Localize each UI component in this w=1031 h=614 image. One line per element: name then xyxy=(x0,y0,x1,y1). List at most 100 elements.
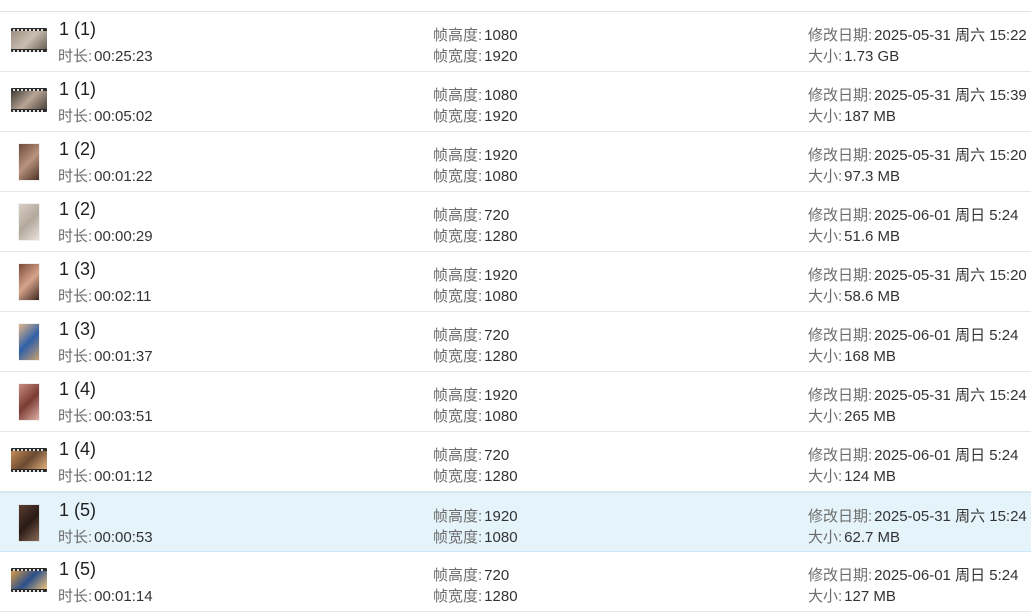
video-thumbnail xyxy=(10,499,48,543)
frame-width-info: 帧宽度: 1280 xyxy=(433,585,518,606)
modified-value: 2025-06-01 周日 5:24 xyxy=(874,447,1019,464)
modified-label: 修改日期: xyxy=(808,447,873,464)
video-thumbnail xyxy=(10,446,48,474)
duration-value: 00:05:02 xyxy=(94,108,153,125)
modified-info: 修改日期: 2025-06-01 周日 5:24 xyxy=(808,204,1018,225)
duration-label: 时长: xyxy=(58,468,93,485)
duration-value: 00:00:53 xyxy=(94,529,153,546)
thumbnail-image xyxy=(19,505,39,541)
modified-value: 2025-06-01 周日 5:24 xyxy=(874,327,1019,344)
size-info: 大小: 97.3 MB xyxy=(808,165,900,186)
size-label: 大小: xyxy=(808,348,843,365)
frame-width-label: 帧宽度: xyxy=(433,408,483,425)
video-thumbnail xyxy=(10,258,48,302)
duration-info: 时长: 00:03:51 xyxy=(58,405,153,426)
file-row[interactable]: 1 (4) 时长: 00:01:12 帧高度: 720 帧宽度: 1280 修改日期:… xyxy=(0,432,1031,492)
file-row[interactable]: 1 (2) 时长: 00:01:22 帧高度: 1920 帧宽度: 1080 修改日期… xyxy=(0,132,1031,192)
modified-label: 修改日期: xyxy=(808,27,873,44)
modified-value: 2025-05-31 周六 15:39 xyxy=(874,87,1027,104)
frame-height-label: 帧高度: xyxy=(433,27,483,44)
frame-width-value: 1280 xyxy=(484,588,518,605)
frame-height-label: 帧高度: xyxy=(433,508,483,525)
frame-height-label: 帧高度: xyxy=(433,267,483,284)
modified-label: 修改日期: xyxy=(808,327,873,344)
file-name: 1 (3) xyxy=(59,259,97,279)
duration-value: 00:01:22 xyxy=(94,168,153,185)
duration-value: 00:02:11 xyxy=(94,288,152,305)
frame-height-value: 720 xyxy=(484,327,510,344)
size-value: 58.6 MB xyxy=(844,288,901,305)
frame-height-label: 帧高度: xyxy=(433,567,483,584)
video-thumbnail xyxy=(10,198,48,242)
modified-info: 修改日期: 2025-06-01 周日 5:24 xyxy=(808,444,1018,465)
file-row[interactable]: 1 (5) 时长: 00:00:53 帧高度: 1920 帧宽度: 1080 修改日期… xyxy=(0,492,1031,552)
modified-info: 修改日期: 2025-05-31 周六 15:39 xyxy=(808,84,1027,105)
file-row[interactable]: 1 (2) 时长: 00:00:29 帧高度: 720 帧宽度: 1280 修改日期:… xyxy=(0,192,1031,252)
frame-width-label: 帧宽度: xyxy=(433,588,483,605)
duration-label: 时长: xyxy=(58,288,93,305)
list-top-divider xyxy=(0,0,1031,12)
duration-info: 时长: 00:05:02 xyxy=(58,105,153,126)
frame-height-info: 帧高度: 720 xyxy=(433,564,509,585)
file-row[interactable]: 1 (1) 时长: 00:25:23 帧高度: 1080 帧宽度: 1920 修改日期… xyxy=(0,12,1031,72)
modified-label: 修改日期: xyxy=(808,207,873,224)
duration-info: 时长: 00:02:11 xyxy=(58,285,151,306)
frame-height-value: 1920 xyxy=(484,147,518,164)
size-value: 124 MB xyxy=(844,468,896,485)
size-info: 大小: 124 MB xyxy=(808,465,896,486)
frame-width-label: 帧宽度: xyxy=(433,348,483,365)
film-strip-icon xyxy=(11,28,47,52)
modified-value: 2025-06-01 周日 5:24 xyxy=(874,207,1019,224)
size-info: 大小: 265 MB xyxy=(808,405,896,426)
file-row[interactable]: 1 (1) 时长: 00:05:02 帧高度: 1080 帧宽度: 1920 修改日期… xyxy=(0,72,1031,132)
duration-label: 时长: xyxy=(58,588,93,605)
duration-value: 00:03:51 xyxy=(94,408,153,425)
size-label: 大小: xyxy=(808,588,843,605)
size-label: 大小: xyxy=(808,108,843,125)
frame-height-label: 帧高度: xyxy=(433,447,483,464)
video-thumbnail xyxy=(10,26,48,54)
size-value: 265 MB xyxy=(844,408,896,425)
frame-height-info: 帧高度: 720 xyxy=(433,444,509,465)
size-label: 大小: xyxy=(808,529,843,546)
modified-label: 修改日期: xyxy=(808,508,873,525)
duration-label: 时长: xyxy=(58,348,93,365)
frame-width-info: 帧宽度: 1080 xyxy=(433,165,518,186)
frame-height-value: 720 xyxy=(484,447,510,464)
duration-label: 时长: xyxy=(58,529,93,546)
modified-value: 2025-05-31 周六 15:22 xyxy=(874,27,1027,44)
modified-info: 修改日期: 2025-05-31 周六 15:20 xyxy=(808,144,1027,165)
file-row[interactable]: 1 (5) 时长: 00:01:14 帧高度: 720 帧宽度: 1280 修改日期:… xyxy=(0,552,1031,612)
frame-height-value: 1920 xyxy=(484,508,518,525)
duration-value: 00:25:23 xyxy=(94,48,153,65)
film-strip-icon xyxy=(11,568,47,592)
frame-width-info: 帧宽度: 1280 xyxy=(433,345,518,366)
frame-height-label: 帧高度: xyxy=(433,387,483,404)
modified-label: 修改日期: xyxy=(808,147,873,164)
size-value: 187 MB xyxy=(844,108,896,125)
file-row[interactable]: 1 (3) 时长: 00:01:37 帧高度: 720 帧宽度: 1280 修改日期:… xyxy=(0,312,1031,372)
film-strip-icon xyxy=(11,88,47,112)
frame-width-value: 1080 xyxy=(484,529,518,546)
size-info: 大小: 127 MB xyxy=(808,585,896,606)
duration-info: 时长: 00:25:23 xyxy=(58,45,153,66)
duration-label: 时长: xyxy=(58,408,93,425)
size-value: 1.73 GB xyxy=(844,48,900,65)
frame-width-info: 帧宽度: 1080 xyxy=(433,405,518,426)
frame-width-label: 帧宽度: xyxy=(433,108,483,125)
file-row[interactable]: 1 (4) 时长: 00:03:51 帧高度: 1920 帧宽度: 1080 修改日期… xyxy=(0,372,1031,432)
size-label: 大小: xyxy=(808,48,843,65)
file-name: 1 (3) xyxy=(59,319,97,339)
size-label: 大小: xyxy=(808,228,843,245)
modified-info: 修改日期: 2025-05-31 周六 15:24 xyxy=(808,505,1027,526)
frame-height-info: 帧高度: 720 xyxy=(433,204,509,225)
duration-label: 时长: xyxy=(58,108,93,125)
size-info: 大小: 1.73 GB xyxy=(808,45,899,66)
thumbnail-image xyxy=(19,144,39,180)
duration-value: 00:01:37 xyxy=(94,348,153,365)
thumbnail-image xyxy=(19,324,39,360)
file-row[interactable]: 1 (3) 时长: 00:02:11 帧高度: 1920 帧宽度: 1080 修改日期… xyxy=(0,252,1031,312)
frame-height-label: 帧高度: xyxy=(433,327,483,344)
modified-label: 修改日期: xyxy=(808,567,873,584)
file-name: 1 (4) xyxy=(59,379,97,399)
